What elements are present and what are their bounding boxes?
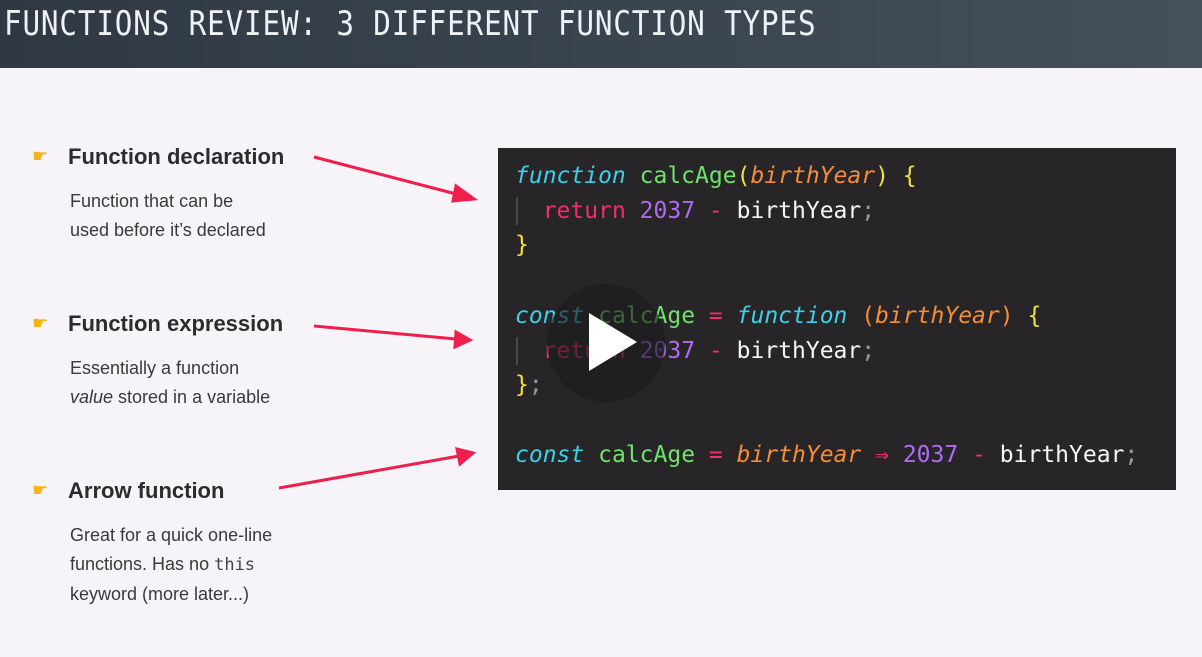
code-line: } <box>515 231 529 259</box>
code-token: } <box>515 232 529 258</box>
code-token: = <box>708 303 723 329</box>
arrow-arrow-function <box>278 446 477 490</box>
code-token: birthYear <box>736 198 862 224</box>
play-button[interactable] <box>547 284 665 402</box>
code-token: birthYear <box>736 338 862 364</box>
code-token: birthYear <box>736 442 862 468</box>
code-token: ; <box>861 198 876 224</box>
code-token: { <box>902 163 917 189</box>
code-token: ( <box>861 303 876 329</box>
arrow-declaration <box>313 155 479 203</box>
slide: FUNCTIONS REVIEW: 3 DIFFERENT FUNCTION T… <box>0 0 1202 657</box>
arrow-expression <box>313 324 474 350</box>
code-token: calcAge <box>598 442 696 468</box>
code-token: - <box>708 338 723 364</box>
code-token: ; <box>528 372 543 398</box>
code-token: birthYear <box>999 442 1125 468</box>
code-token: - <box>972 442 986 468</box>
code-line: }; <box>515 371 543 399</box>
code-token: ⇒ <box>875 442 889 468</box>
code-token: 2037 <box>902 442 959 468</box>
code-token: birthYear <box>875 303 1000 329</box>
code-token: } <box>515 372 529 398</box>
code-token: birthYear <box>750 163 876 189</box>
code-token: return <box>542 198 626 224</box>
code-line: const calcAge = birthYear ⇒ 2037 - birth… <box>515 441 1138 469</box>
code-token: { <box>1027 303 1042 329</box>
code-token: ( <box>736 163 751 189</box>
code-token: calcAge <box>639 163 737 189</box>
code-token: = <box>708 442 723 468</box>
code-line: return 2037 - birthYear; <box>515 197 875 225</box>
code-token: ) <box>875 163 889 189</box>
code-token: const <box>515 442 585 468</box>
code-token: ; <box>861 338 876 364</box>
code-token: function <box>736 303 848 329</box>
code-token: function <box>515 163 626 189</box>
code-token: ) <box>999 303 1014 329</box>
code-token: 2037 <box>639 198 696 224</box>
code-token: - <box>708 198 723 224</box>
code-line: function calcAge(birthYear) { <box>515 162 917 190</box>
code-token: ; <box>1124 442 1139 468</box>
play-icon <box>589 313 637 371</box>
